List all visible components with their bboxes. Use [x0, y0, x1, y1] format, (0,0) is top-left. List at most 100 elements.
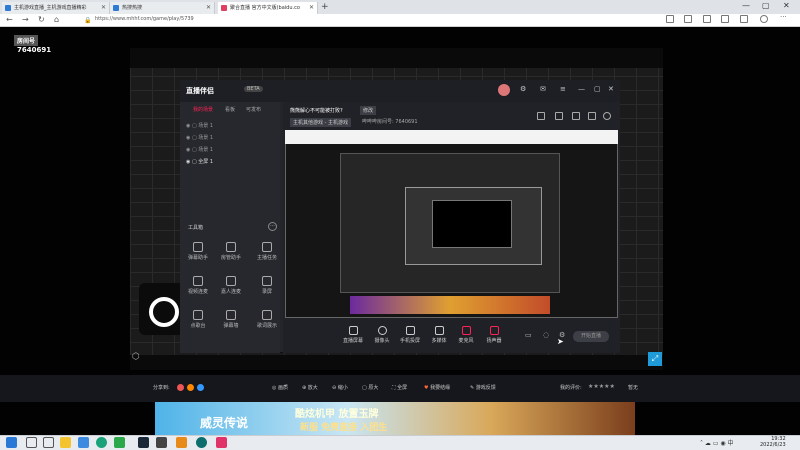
file-explorer-icon[interactable]: [60, 437, 71, 448]
avatar[interactable]: [498, 84, 510, 96]
zoom-in-button[interactable]: ⊕ 放大: [302, 384, 318, 391]
browser-tab-4[interactable]: 聚合直播 官方中文版(baidu.co ✕: [218, 2, 318, 14]
clock[interactable]: 19:32 2022/6/23: [760, 436, 786, 448]
tool-label: 主播任务: [256, 255, 277, 261]
microphone-button[interactable]: 麦克风: [451, 326, 481, 344]
share-icon[interactable]: [603, 112, 611, 120]
mail-icon[interactable]: ✉: [540, 85, 546, 93]
scene-label: 全屏 1: [198, 159, 214, 165]
settings-small-icon[interactable]: ◌: [543, 331, 549, 339]
rating-stars[interactable]: ★★★★★: [588, 383, 615, 390]
fullscreen-button[interactable]: ⛶ 全屏: [392, 384, 407, 391]
close-icon[interactable]: ✕: [608, 85, 614, 93]
app-icon[interactable]: [156, 437, 167, 448]
url-field[interactable]: https://www.mhhf.com/game/play/5739: [95, 16, 194, 22]
minimize-icon[interactable]: —: [742, 1, 750, 10]
original-size-button[interactable]: ▢ 原大: [362, 384, 378, 391]
tool-danmaku-wall[interactable]: 弹幕墙: [216, 310, 246, 329]
camera-button[interactable]: 摄像头: [367, 326, 397, 344]
maximize-icon[interactable]: ▢: [762, 1, 770, 10]
task-view-icon[interactable]: [43, 437, 54, 448]
forward-icon[interactable]: →: [22, 15, 29, 24]
search-icon[interactable]: [26, 437, 37, 448]
more-menu-icon[interactable]: ···: [780, 13, 788, 21]
zoom-in-label: 放大: [307, 385, 318, 391]
minimize-icon[interactable]: —: [578, 85, 585, 93]
favorites-list-icon[interactable]: [721, 15, 729, 23]
zoom-out-button[interactable]: ⊖ 缩小: [332, 384, 348, 391]
gift-icon[interactable]: [537, 112, 545, 120]
record-video-icon[interactable]: ▭: [525, 331, 532, 339]
phone-cast-button[interactable]: 手机投屏: [395, 326, 425, 344]
qq-icon[interactable]: [197, 384, 204, 391]
close-tab-icon[interactable]: ✕: [206, 2, 211, 14]
quality-button[interactable]: ◎ 画质: [272, 384, 288, 391]
back-icon[interactable]: ←: [6, 15, 13, 24]
tool-label: 弹幕墙: [223, 323, 239, 329]
feedback-button[interactable]: ✎ 游戏反馈: [470, 384, 496, 391]
shop-icon[interactable]: [555, 112, 563, 120]
modify-title-button[interactable]: 修改: [360, 106, 377, 115]
home-icon[interactable]: ⌂: [54, 15, 59, 24]
share-label: 分享到:: [153, 385, 170, 391]
maximize-icon[interactable]: ▢: [594, 85, 601, 93]
tool-video-link[interactable]: 视频连麦: [183, 276, 213, 295]
tool-room-manager[interactable]: 房管助手: [216, 242, 246, 261]
new-tab-button[interactable]: +: [321, 2, 329, 12]
room-id: 7640691: [17, 46, 52, 54]
app-icon-2[interactable]: [176, 437, 187, 448]
tool-label: 房管助手: [220, 255, 241, 261]
steam-icon[interactable]: [138, 437, 149, 448]
tab-my-scenes[interactable]: 我的场景: [193, 106, 213, 113]
settings-icon[interactable]: ⚙: [520, 85, 526, 93]
split-screen-icon[interactable]: [703, 15, 711, 23]
browser-tab-2[interactable]: 热搜热搜 ✕: [110, 2, 215, 14]
multimedia-button[interactable]: 多媒体: [424, 326, 454, 344]
screen-source-button[interactable]: 直播屏幕: [338, 326, 368, 344]
edge-icon[interactable]: [96, 437, 107, 448]
refresh-icon[interactable]: ↻: [38, 15, 45, 24]
profile-icon[interactable]: [760, 15, 768, 23]
start-live-button[interactable]: 开始直播: [573, 331, 609, 342]
category-badge[interactable]: 主机其他游戏 - 主机游戏: [290, 118, 351, 127]
weibo-icon[interactable]: [177, 384, 184, 391]
speaker-button[interactable]: 扬声器: [479, 326, 509, 344]
favorite-icon[interactable]: [684, 15, 692, 23]
browser-tab-1[interactable]: 主机游戏直播_主机游戏直播精彩 ✕: [2, 2, 110, 14]
app-icon-3[interactable]: [196, 437, 207, 448]
reader-icon[interactable]: [666, 15, 674, 23]
tool-lyrics[interactable]: 歌词展示: [252, 310, 282, 329]
mail-app-icon[interactable]: [78, 437, 89, 448]
tab-board[interactable]: 看板: [225, 106, 235, 113]
collections-icon[interactable]: [740, 15, 748, 23]
tool-host-tasks[interactable]: 主播任务: [252, 242, 282, 261]
scene-item[interactable]: ◉ ▢ 场景 1: [186, 146, 213, 153]
tool-danmaku-assistant[interactable]: 弹幕助手: [183, 242, 213, 261]
scene-item[interactable]: ◉ ▢ 场景 1: [186, 134, 213, 141]
live-app-icon[interactable]: [216, 437, 227, 448]
ad-line-1: 酷炫机甲 放置玉牌: [295, 409, 379, 420]
tool-guest-link[interactable]: 嘉人连麦: [216, 276, 246, 295]
close-tab-icon[interactable]: ✕: [101, 2, 106, 14]
close-tab-icon[interactable]: ✕: [309, 2, 314, 14]
lock-icon[interactable]: [588, 112, 596, 120]
favorite-button[interactable]: ♥ 我要结缘: [424, 384, 450, 391]
player-logo-icon: ⬡: [132, 352, 140, 362]
tool-record[interactable]: 录屏: [252, 276, 282, 295]
scene-item[interactable]: ◉ ▢ 场景 1: [186, 122, 213, 129]
tab-publish[interactable]: 可发布: [246, 106, 261, 113]
windows-start-icon[interactable]: [6, 437, 17, 448]
menu-icon[interactable]: ≡: [560, 85, 566, 93]
tool-song-request[interactable]: 点歌台: [183, 310, 213, 329]
system-tray-icons[interactable]: ˄ ☁ ▭ ◉ 中: [700, 438, 734, 447]
rating-value: 暂无: [628, 385, 639, 391]
close-window-icon[interactable]: ✕: [783, 1, 790, 10]
layout-icon[interactable]: [572, 112, 580, 120]
tool-label: 歌词展示: [256, 323, 277, 329]
scene-item[interactable]: ◉ ▢ 全屏 1: [186, 158, 213, 165]
wechat-icon[interactable]: [114, 437, 125, 448]
qzone-icon[interactable]: [187, 384, 194, 391]
fullscreen-icon[interactable]: ⤢: [648, 352, 662, 366]
ad-line-2: 新服 免费直接 入团生: [300, 423, 388, 433]
toolbox-more-button[interactable]: ···: [268, 222, 277, 231]
